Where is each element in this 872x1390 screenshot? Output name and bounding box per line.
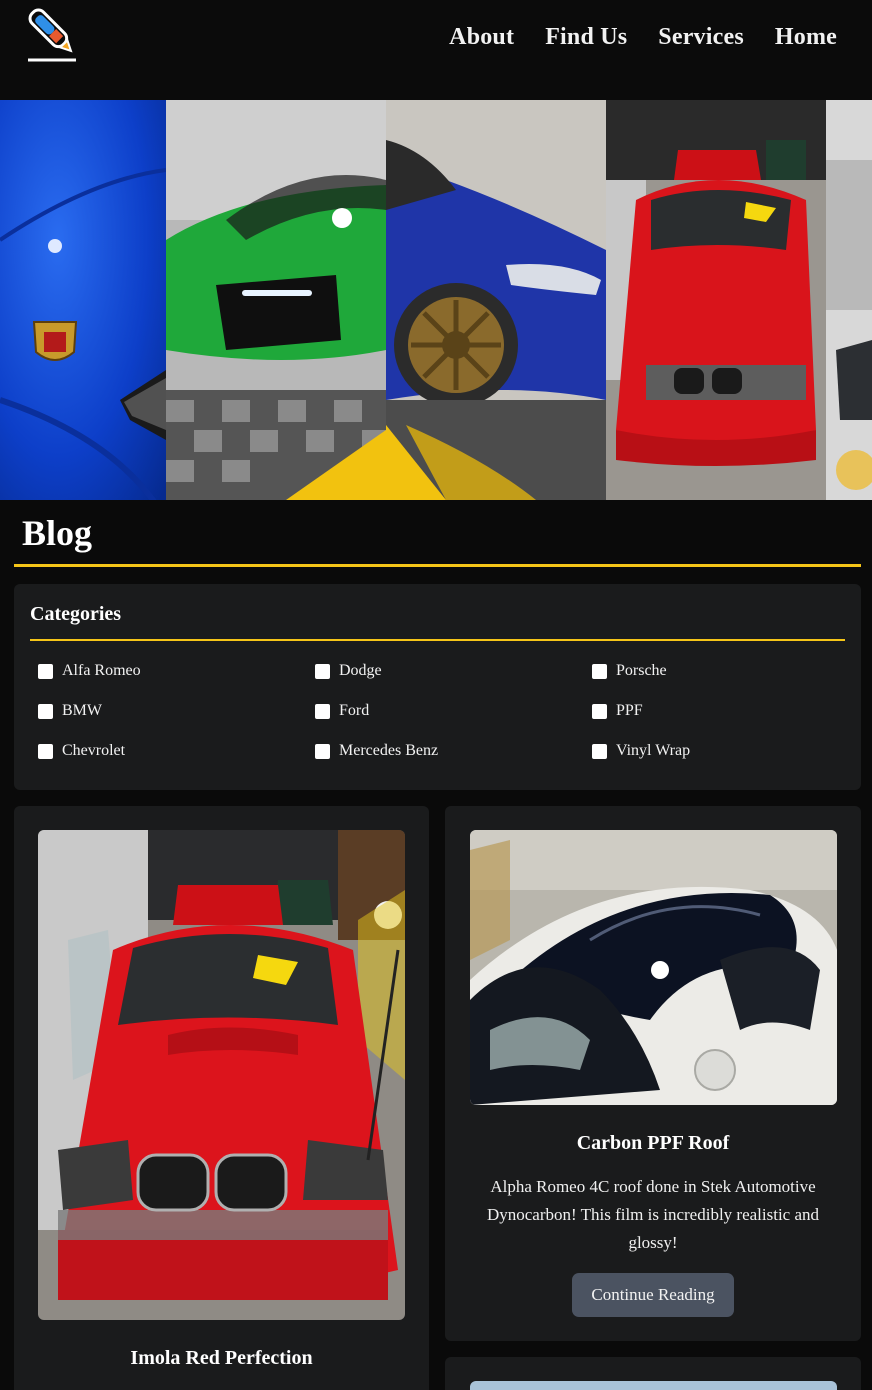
hero-gallery [0,100,872,500]
category-label: Alfa Romeo [62,662,141,679]
hero-image-silver-suv[interactable] [826,100,872,500]
category-label: Chevrolet [62,742,126,759]
category-ppf[interactable]: PPF [592,702,858,720]
checkbox[interactable] [315,663,330,679]
checkbox[interactable] [315,743,330,759]
post-title[interactable]: Carbon PPF Roof [445,1132,861,1155]
nav-link-find-us[interactable]: Find Us [545,24,627,51]
category-chevrolet[interactable]: Chevrolet [38,742,315,760]
categories-list: Alfa Romeo Dodge Porsche BMW Ford PPF Ch… [38,662,858,760]
categories-divider [30,639,845,641]
hero-image-green-porsche[interactable] [166,100,386,500]
checkbox[interactable] [592,703,607,719]
hero-image-red-bmw[interactable] [606,100,826,500]
category-label: Vinyl Wrap [616,742,691,759]
post-excerpt: Alpha Romeo 4C roof done in Stek Automot… [486,1177,820,1252]
nav-link-home[interactable]: Home [775,24,837,51]
category-label: PPF [616,702,643,719]
hero-image-blue-bmw[interactable] [386,100,606,500]
category-label: Mercedes Benz [339,742,439,759]
checkbox[interactable] [592,663,607,679]
category-label: Porsche [616,662,667,679]
checkbox[interactable] [592,743,607,759]
post-image[interactable] [38,830,405,1320]
category-label: Ford [339,702,370,719]
post-card [445,1357,861,1390]
continue-reading-button[interactable]: Continue Reading [572,1273,734,1317]
post-title[interactable]: Imola Red Perfection [14,1347,429,1370]
checkbox[interactable] [38,743,53,759]
category-label: BMW [62,702,102,719]
categories-heading: Categories [30,603,122,625]
categories-panel: Categories Alfa Romeo Dodge Porsche BMW … [14,584,861,790]
title-divider [14,564,861,567]
post-card: Imola Red Perfection [14,806,429,1390]
nav-link-about[interactable]: About [449,24,514,51]
category-vinyl-wrap[interactable]: Vinyl Wrap [592,742,858,760]
paint-pen-logo-icon[interactable] [24,4,82,64]
hero-image-blue-porsche[interactable] [0,100,166,500]
post-image[interactable] [470,1381,837,1390]
page-title: Blog [22,513,93,553]
checkbox[interactable] [315,703,330,719]
category-alfa-romeo[interactable]: Alfa Romeo [38,662,315,680]
category-label: Dodge [339,662,382,679]
site-header: About Find Us Services Home [0,0,872,100]
post-image[interactable] [470,830,837,1105]
category-porsche[interactable]: Porsche [592,662,858,680]
main-nav: About Find Us Services Home [449,24,837,51]
post-card: Carbon PPF Roof Alpha Romeo 4C roof done… [445,806,861,1341]
category-dodge[interactable]: Dodge [315,662,592,680]
category-bmw[interactable]: BMW [38,702,315,720]
category-ford[interactable]: Ford [315,702,592,720]
nav-link-services[interactable]: Services [658,24,744,51]
category-mercedes-benz[interactable]: Mercedes Benz [315,742,592,760]
checkbox[interactable] [38,703,53,719]
checkbox[interactable] [38,663,53,679]
